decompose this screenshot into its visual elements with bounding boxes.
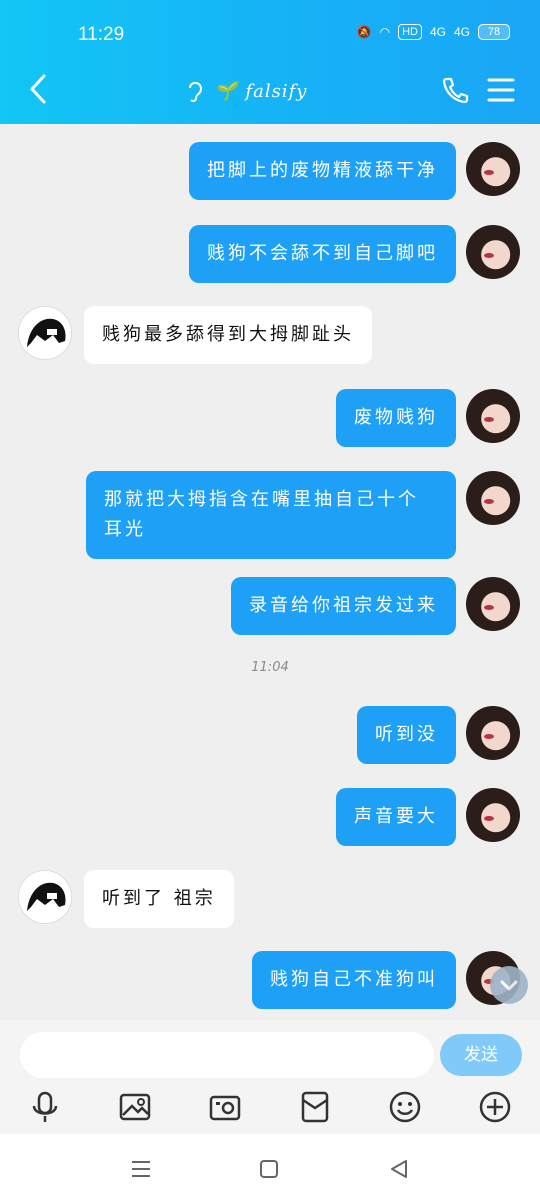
red-packet-icon[interactable] — [298, 1090, 332, 1124]
top-bar: 11:29 🔕 ◠ HD 4G 4G 78 🌱 falsify — [0, 0, 540, 124]
meme-face-icon — [19, 871, 71, 923]
signal-4g-1: 4G — [429, 25, 446, 39]
recent-apps-icon[interactable] — [128, 1156, 154, 1182]
message-input[interactable] — [20, 1032, 434, 1078]
wifi-icon: ◠ — [379, 25, 391, 39]
chevron-down-icon — [500, 980, 518, 991]
user-avatar[interactable] — [466, 788, 520, 842]
mute-icon: 🔕 — [356, 25, 372, 39]
message-bubble-outgoing[interactable]: 听到没 — [357, 706, 456, 764]
ear-icon — [189, 81, 203, 103]
image-icon[interactable] — [118, 1090, 152, 1124]
camera-icon[interactable] — [208, 1090, 242, 1124]
timestamp-divider: 11:04 — [251, 660, 289, 675]
sprout-icon: 🌱 — [214, 80, 238, 102]
phone-icon[interactable] — [440, 74, 472, 106]
status-icons: 🔕 ◠ HD 4G 4G 78 — [357, 24, 510, 40]
contact-name: falsify — [245, 80, 308, 102]
chat-title: 🌱 falsify — [184, 78, 307, 104]
message-bubble-outgoing[interactable]: 录音给你祖宗发过来 — [231, 577, 456, 635]
message-bubble-outgoing[interactable]: 贱狗自己不准狗叫 — [252, 951, 456, 1009]
meme-face-icon — [19, 307, 71, 359]
system-navigation-bar — [0, 1134, 540, 1200]
message-bubble-outgoing[interactable]: 声音要大 — [336, 788, 456, 846]
message-bubble-incoming[interactable]: 贱狗最多舔得到大拇脚趾头 — [84, 306, 372, 364]
send-button[interactable]: 发送 — [440, 1034, 522, 1076]
message-bubble-outgoing[interactable]: 那就把大拇指含在嘴里抽自己十个耳光 — [86, 471, 456, 559]
contact-avatar[interactable] — [18, 870, 72, 924]
user-avatar[interactable] — [466, 225, 520, 279]
user-avatar[interactable] — [466, 577, 520, 631]
message-bubble-outgoing[interactable]: 把脚上的废物精液舔干净 — [189, 142, 456, 200]
emoji-icon[interactable] — [388, 1090, 422, 1124]
signal-4g-2: 4G — [453, 25, 470, 39]
message-bubble-outgoing[interactable]: 废物贱狗 — [336, 389, 456, 447]
user-avatar[interactable] — [466, 389, 520, 443]
status-time: 11:29 — [78, 24, 125, 45]
user-avatar[interactable] — [466, 142, 520, 196]
hd-badge: HD — [398, 24, 422, 40]
composer: 发送 — [0, 1020, 540, 1134]
contact-avatar[interactable] — [18, 306, 72, 360]
back-arrow-icon[interactable] — [24, 72, 54, 106]
menu-icon[interactable] — [486, 76, 516, 104]
battery-indicator: 78 — [478, 24, 510, 40]
microphone-icon[interactable] — [28, 1090, 62, 1124]
user-avatar[interactable] — [466, 471, 520, 525]
scroll-to-bottom-button[interactable] — [490, 966, 528, 1004]
user-avatar[interactable] — [466, 706, 520, 760]
home-icon[interactable] — [256, 1156, 282, 1182]
back-nav-icon[interactable] — [386, 1156, 412, 1182]
message-bubble-outgoing[interactable]: 贱狗不会舔不到自己脚吧 — [189, 225, 456, 283]
plus-icon[interactable] — [478, 1090, 512, 1124]
message-bubble-incoming[interactable]: 听到了 祖宗 — [84, 870, 234, 928]
